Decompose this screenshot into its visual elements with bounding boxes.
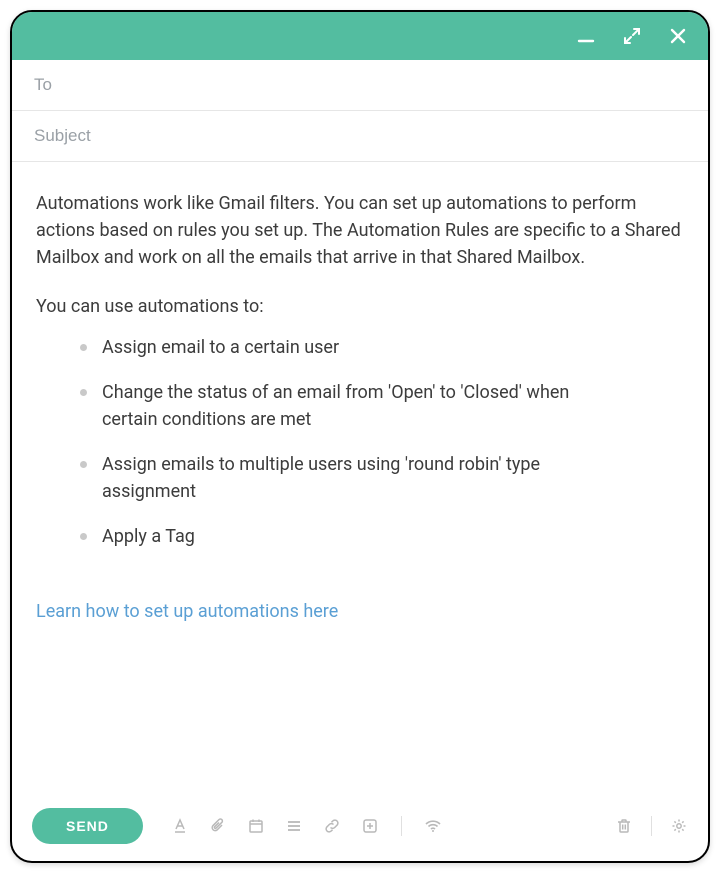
send-button[interactable]: SEND [32,808,143,844]
text-format-icon[interactable] [171,817,189,835]
to-input[interactable] [32,74,688,96]
list-format-icon[interactable] [285,817,303,835]
list-item: Assign email to a certain user [80,334,684,361]
link-icon[interactable] [323,817,341,835]
insert-plus-icon[interactable] [361,817,379,835]
list-item: Apply a Tag [80,523,684,550]
body-bullets: Assign email to a certain user Change th… [36,334,684,550]
subject-field-row [12,111,708,162]
formatting-toolbar [171,816,442,836]
signal-icon[interactable] [424,817,442,835]
body-intro: Automations work like Gmail filters. You… [36,190,684,271]
toolbar-separator [401,816,402,836]
expand-button[interactable] [620,24,644,48]
footer-right [615,816,688,836]
toolbar-separator [651,816,652,836]
minimize-button[interactable] [574,24,598,48]
settings-gear-icon[interactable] [670,817,688,835]
trash-icon[interactable] [615,817,633,835]
list-item: Assign emails to multiple users using 'r… [80,451,684,505]
learn-more-link[interactable]: Learn how to set up automations here [36,598,338,625]
list-item: Change the status of an email from 'Open… [80,379,684,433]
titlebar [12,12,708,60]
attachment-icon[interactable] [209,817,227,835]
footer: SEND [12,791,708,861]
message-body[interactable]: Automations work like Gmail filters. You… [12,162,708,791]
compose-window: Automations work like Gmail filters. You… [10,10,710,863]
body-lead: You can use automations to: [36,293,684,320]
close-button[interactable] [666,24,690,48]
calendar-icon[interactable] [247,817,265,835]
subject-input[interactable] [32,125,688,147]
to-field-row [12,60,708,111]
